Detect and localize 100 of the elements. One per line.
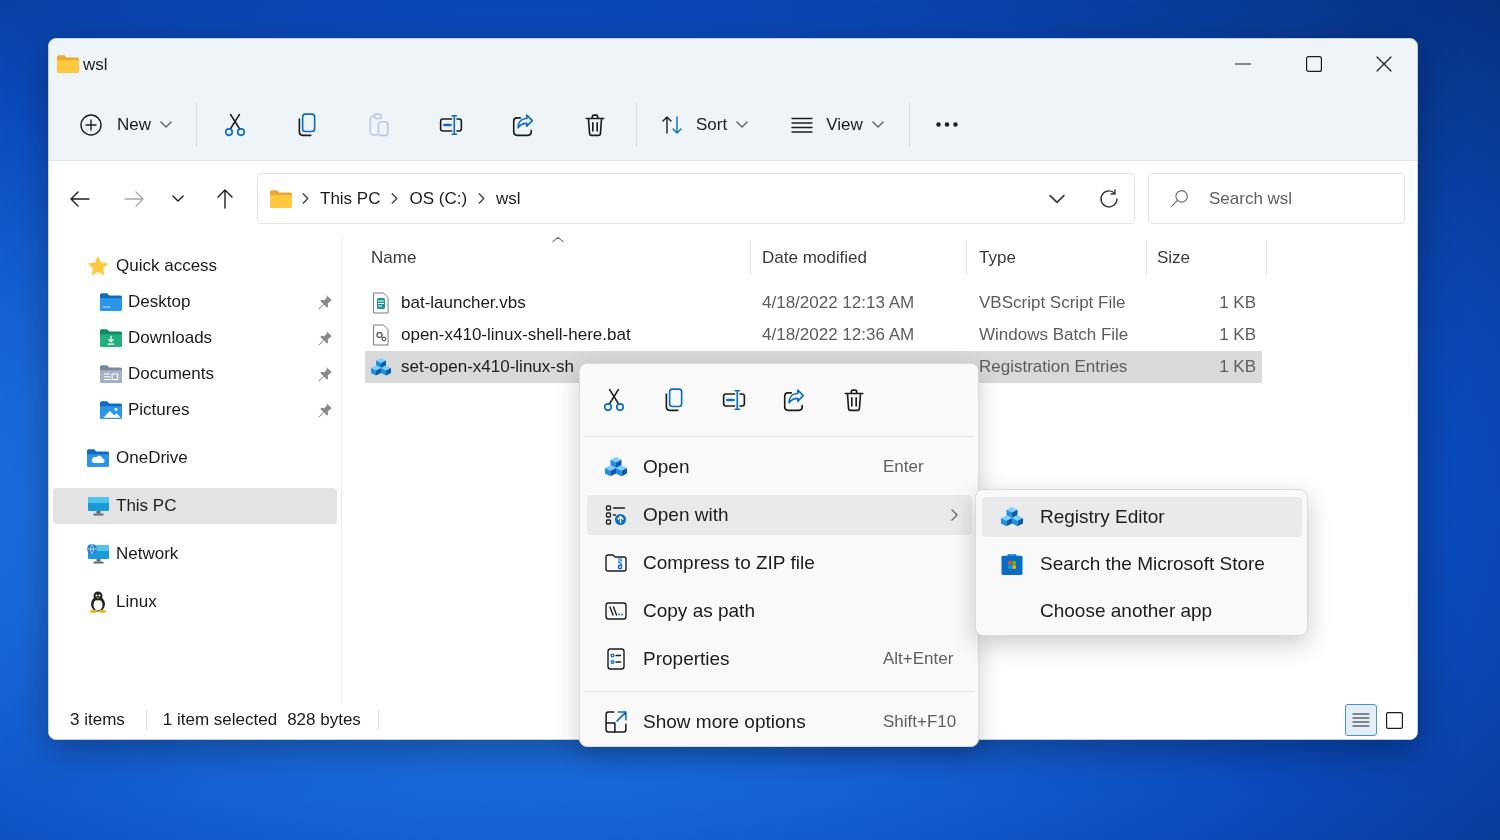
cubes-icon [371, 357, 391, 377]
view-button[interactable]: View [780, 104, 894, 145]
gear-file-icon [371, 324, 391, 346]
folder-icon [270, 189, 292, 208]
new-button[interactable]: New [64, 104, 182, 145]
store-icon [1001, 553, 1023, 575]
shortcut-text: Enter [883, 456, 925, 479]
scissors-icon [602, 388, 626, 412]
menu-item[interactable]: Open with [587, 495, 972, 535]
sidebar-item[interactable]: Documents [53, 356, 337, 392]
clipboard-icon [367, 112, 391, 137]
sidebar-item[interactable]: Quick access [53, 248, 337, 284]
sidebar-item[interactable]: Network [53, 536, 337, 572]
document-folder-icon [100, 365, 122, 383]
shortcut-text: Alt+Enter [883, 648, 955, 671]
breadcrumb[interactable]: This PC [320, 185, 381, 212]
file-name: set-open-x410-linux-sh [401, 356, 574, 379]
window-title: wsl [83, 55, 108, 73]
rename-icon [722, 388, 746, 412]
sidebar-item[interactable]: Pictures [53, 392, 337, 428]
details-list-icon [1352, 712, 1370, 728]
menu-item[interactable]: Choose another app [982, 591, 1302, 631]
shortcut-text: Shift+F10 [883, 711, 958, 734]
penguin-icon [88, 591, 108, 613]
sort-caret-icon [551, 236, 564, 243]
file-size: 1 KB [1219, 324, 1256, 347]
sidebar-item[interactable]: OneDrive [53, 440, 337, 476]
chevron-right-icon [391, 193, 399, 204]
sidebar-item[interactable]: Linux [53, 584, 337, 620]
minimize-icon [1235, 63, 1251, 65]
chevron-down-icon [172, 195, 184, 202]
properties-icon [605, 648, 627, 670]
chevron-right-icon [951, 509, 958, 521]
file-size: 1 KB [1219, 356, 1256, 379]
zip-folder-icon [605, 552, 627, 574]
chevron-down-icon [736, 121, 749, 128]
globe-monitor-icon [87, 544, 109, 564]
share-icon [511, 112, 535, 137]
search-field[interactable]: Search wsl [1148, 173, 1405, 224]
star-icon [87, 255, 109, 277]
share-icon [782, 388, 806, 412]
file-date: 4/18/2022 12:13 AM [762, 292, 915, 315]
sort-arrows-icon [661, 113, 683, 136]
sidebar-item[interactable]: Downloads [53, 320, 337, 356]
file-type: Registration Entries [979, 356, 1128, 379]
file-date: 4/18/2022 12:36 AM [762, 324, 915, 347]
square-icon [1385, 711, 1403, 729]
column-header[interactable]: Name [365, 240, 751, 275]
trash-icon [842, 388, 866, 412]
column-header[interactable]: Size [1147, 240, 1267, 275]
cloud-folder-icon [87, 449, 109, 467]
menu-item[interactable]: Properties Alt+Enter [587, 639, 972, 679]
column-header[interactable]: Date modified [751, 240, 967, 275]
menu-item[interactable]: Show more options Shift+F10 [587, 702, 972, 742]
chevron-down-icon [160, 121, 172, 128]
arrow-left-icon [70, 190, 90, 207]
monitor-icon [87, 496, 109, 516]
menu-item[interactable]: Registry Editor [982, 497, 1302, 537]
rename-icon [439, 112, 463, 137]
arrow-up-icon [216, 188, 234, 209]
refresh-icon [1099, 188, 1119, 209]
file-name: open-x410-linux-shell-here.bat [401, 324, 631, 347]
breadcrumb[interactable]: OS (C:) [409, 185, 468, 212]
selection-size: 828 bytes [287, 709, 361, 732]
refresh-button[interactable] [1097, 186, 1121, 211]
square-arrow-icon [605, 711, 627, 733]
selection-count: 1 item selected [162, 709, 278, 732]
chevron-right-icon [302, 193, 309, 204]
path-icon [605, 600, 627, 622]
chevron-down-icon [1049, 193, 1065, 204]
address-bar[interactable]: This PC OS (C:) wsl [257, 173, 1135, 224]
scissors-icon [223, 112, 247, 137]
list-lines-icon [791, 116, 814, 133]
menu-item[interactable]: Copy as path [587, 591, 972, 631]
picture-folder-icon [100, 401, 122, 419]
file-size: 1 KB [1219, 292, 1256, 315]
folder-icon [57, 55, 79, 73]
column-header[interactable]: Type [967, 240, 1147, 275]
sidebar-item[interactable]: This PC [53, 488, 337, 524]
menu-item[interactable]: Compress to ZIP file [587, 543, 972, 583]
file-type: VBScript Script File [979, 292, 1126, 315]
file-name: bat-launcher.vbs [401, 292, 526, 315]
menu-item[interactable]: Search the Microsoft Store [982, 544, 1302, 584]
chevron-right-icon [478, 193, 486, 204]
cubes-icon [605, 456, 627, 478]
file-row[interactable]: bat-launcher.vbs 4/18/2022 12:13 AM VBScript Script File 1 KB [365, 287, 1262, 319]
sort-button[interactable]: Sort [648, 104, 761, 145]
sidebar-item[interactable]: Desktop [53, 284, 337, 320]
arrow-right-icon [124, 190, 144, 207]
breadcrumb[interactable]: wsl [496, 185, 521, 212]
menu-item[interactable]: Open Enter [587, 447, 972, 487]
search-icon [1171, 189, 1189, 207]
folder-icon [100, 293, 122, 311]
maximize-icon [1306, 56, 1322, 72]
item-count: 3 items [70, 709, 125, 732]
close-icon [1376, 56, 1392, 72]
file-row[interactable]: open-x410-linux-shell-here.bat 4/18/2022 12:36 AM Windows Batch File 1 KB [365, 319, 1262, 351]
more-icon [935, 122, 958, 127]
download-folder-icon [100, 329, 122, 347]
chevron-down-icon [871, 121, 884, 128]
